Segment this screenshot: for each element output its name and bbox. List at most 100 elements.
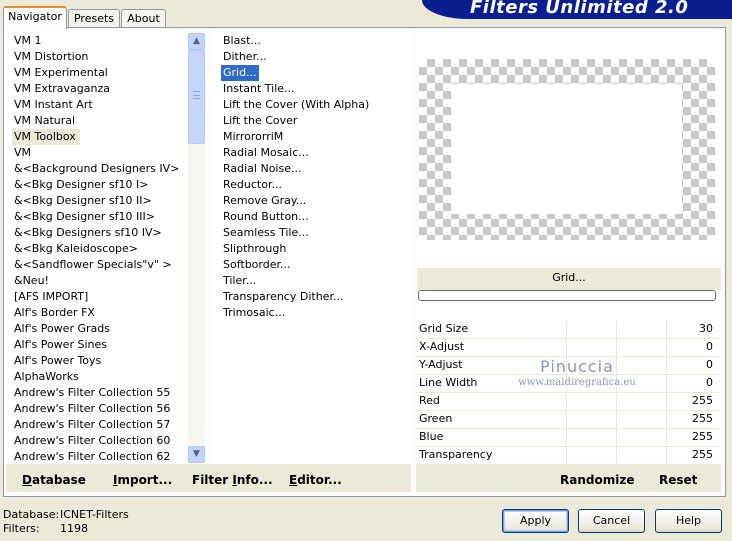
filter-name-label: Grid... (417, 268, 721, 290)
param-label: Y-Adjust (419, 358, 463, 371)
filter-item[interactable]: Round Button... (223, 209, 309, 225)
category-item[interactable]: VM Extravaganza (14, 81, 110, 97)
param-slider[interactable] (566, 339, 689, 356)
param-label: Green (419, 412, 453, 425)
filter-item[interactable]: Remove Gray... (223, 193, 306, 209)
filter-item[interactable]: Lift the Cover (223, 113, 297, 129)
parameter-list: Grid Size 30 X-Adjust 0 Y-Adjust 0 Line Width 0… (416, 321, 719, 465)
reset-button[interactable]: Reset (659, 473, 697, 487)
param-slider[interactable] (566, 375, 689, 392)
editor-button[interactable]: Editor... (289, 473, 342, 487)
title-banner: Filters Unlimited 2.0 (422, 0, 732, 19)
filter-item[interactable]: Transparency Dither... (223, 289, 343, 305)
category-item[interactable]: VM 1 (14, 33, 42, 49)
tab-presets[interactable]: Presets (68, 9, 120, 28)
help-button[interactable]: Help (655, 509, 722, 533)
param-row[interactable]: X-Adjust 0 (416, 339, 719, 357)
param-value: 255 (692, 412, 713, 425)
param-slider[interactable] (566, 321, 689, 338)
apply-button[interactable]: Apply (502, 509, 569, 533)
progress-bar (418, 290, 716, 301)
param-slider[interactable] (566, 393, 689, 410)
filter-item[interactable]: MirrororriM (223, 129, 283, 145)
param-slider[interactable] (566, 357, 689, 374)
param-value: 0 (706, 376, 713, 389)
param-slider[interactable] (566, 447, 689, 464)
category-scrollbar[interactable]: ▲ ▼ (188, 33, 205, 463)
filter-item[interactable]: Instant Tile... (223, 81, 295, 97)
filter-item[interactable]: Trimosaic... (223, 305, 285, 321)
category-item[interactable]: VM Natural (14, 113, 75, 129)
filter-item[interactable]: Blast... (223, 33, 261, 49)
filter-info-button[interactable]: Filter Info... (192, 473, 273, 487)
filter-list[interactable]: Blast... Dither... Grid... Instant Tile... L… (213, 30, 411, 464)
database-button[interactable]: Database (22, 473, 86, 487)
filter-item[interactable]: Softborder... (223, 257, 291, 273)
randomize-button[interactable]: Randomize (560, 473, 634, 487)
tab-navigator[interactable]: Navigator (3, 6, 67, 29)
cancel-button[interactable]: Cancel (578, 509, 645, 533)
right-action-bar: Randomize Reset (416, 464, 721, 492)
param-row[interactable]: Blue 255 (416, 429, 719, 447)
tab-about[interactable]: About (121, 9, 166, 28)
category-list[interactable]: VM 1 VM Distortion VM Experimental VM Extra… (6, 30, 208, 464)
category-item[interactable]: Andrew's Filter Collection 62 (14, 449, 170, 464)
param-row[interactable]: Y-Adjust 0 (416, 357, 719, 375)
status-filters-value: 1198 (60, 522, 88, 535)
status-database-value: ICNET-Filters (60, 508, 129, 521)
category-item[interactable]: Andrew's Filter Collection 55 (14, 385, 170, 401)
category-item[interactable]: &<Bkg Designer sf10 I> (14, 177, 149, 193)
category-item[interactable]: &<Bkg Designer sf10 III> (14, 209, 155, 225)
status-filters-label: Filters: (3, 522, 40, 535)
param-value: 30 (699, 322, 713, 335)
param-row[interactable]: Red 255 (416, 393, 719, 411)
param-label: Line Width (419, 376, 478, 389)
chevron-down-icon[interactable]: ▼ (188, 446, 205, 463)
category-item[interactable]: &<Background Designers IV> (14, 161, 179, 177)
param-slider[interactable] (566, 411, 689, 428)
filter-item[interactable]: Lift the Cover (With Alpha) (223, 97, 369, 113)
chevron-up-icon[interactable]: ▲ (188, 33, 205, 50)
filter-item[interactable]: Tiler... (223, 273, 256, 289)
category-item[interactable]: VM Experimental (14, 65, 108, 81)
category-item[interactable]: Andrew's Filter Collection 60 (14, 433, 170, 449)
category-item[interactable]: &<Sandflower Specials"v" > (14, 257, 172, 273)
category-item[interactable]: &<Bkg Kaleidoscope> (14, 241, 138, 257)
filter-item[interactable]: Radial Mosaic... (223, 145, 309, 161)
category-item[interactable]: AlphaWorks (14, 369, 79, 385)
param-slider[interactable] (566, 429, 689, 446)
param-row[interactable]: Grid Size 30 (416, 321, 719, 339)
filter-item[interactable]: Seamless Tile... (223, 225, 309, 241)
category-item[interactable]: Alf's Power Sines (14, 337, 107, 353)
param-row[interactable]: Line Width 0 (416, 375, 719, 393)
category-item[interactable]: VM (14, 145, 31, 161)
param-value: 255 (692, 394, 713, 407)
param-label: Transparency (419, 448, 493, 461)
param-row[interactable]: Transparency 255 (416, 447, 719, 465)
category-item[interactable]: VM Instant Art (14, 97, 93, 113)
category-item[interactable]: &<Bkg Designers sf10 IV> (14, 225, 162, 241)
category-item[interactable]: Andrew's Filter Collection 56 (14, 401, 170, 417)
category-item[interactable]: &<Bkg Designer sf10 II> (14, 193, 152, 209)
category-item[interactable]: VM Distortion (14, 49, 88, 65)
category-item[interactable]: [AFS IMPORT] (14, 289, 88, 305)
filter-item[interactable]: Grid... (221, 65, 259, 81)
category-item[interactable]: Alf's Power Grads (14, 321, 110, 337)
param-value: 255 (692, 448, 713, 461)
category-item[interactable]: &Neu! (14, 273, 49, 289)
preview-image (419, 59, 715, 240)
param-label: X-Adjust (419, 340, 465, 353)
filter-item[interactable]: Dither... (223, 49, 267, 65)
param-row[interactable]: Green 255 (416, 411, 719, 429)
scroll-thumb[interactable] (188, 50, 205, 144)
category-item[interactable]: VM Toolbox (12, 129, 80, 145)
filter-item[interactable]: Slipthrough (223, 241, 286, 257)
category-item[interactable]: Alf's Border FX (14, 305, 95, 321)
left-action-bar: Database Import... Filter Info... Editor… (6, 464, 411, 492)
category-item[interactable]: Alf's Power Toys (14, 353, 101, 369)
category-item[interactable]: Andrew's Filter Collection 57 (14, 417, 170, 433)
param-value: 0 (706, 358, 713, 371)
import-button[interactable]: Import... (113, 473, 172, 487)
filter-item[interactable]: Reductor... (223, 177, 282, 193)
filter-item[interactable]: Radial Noise... (223, 161, 301, 177)
